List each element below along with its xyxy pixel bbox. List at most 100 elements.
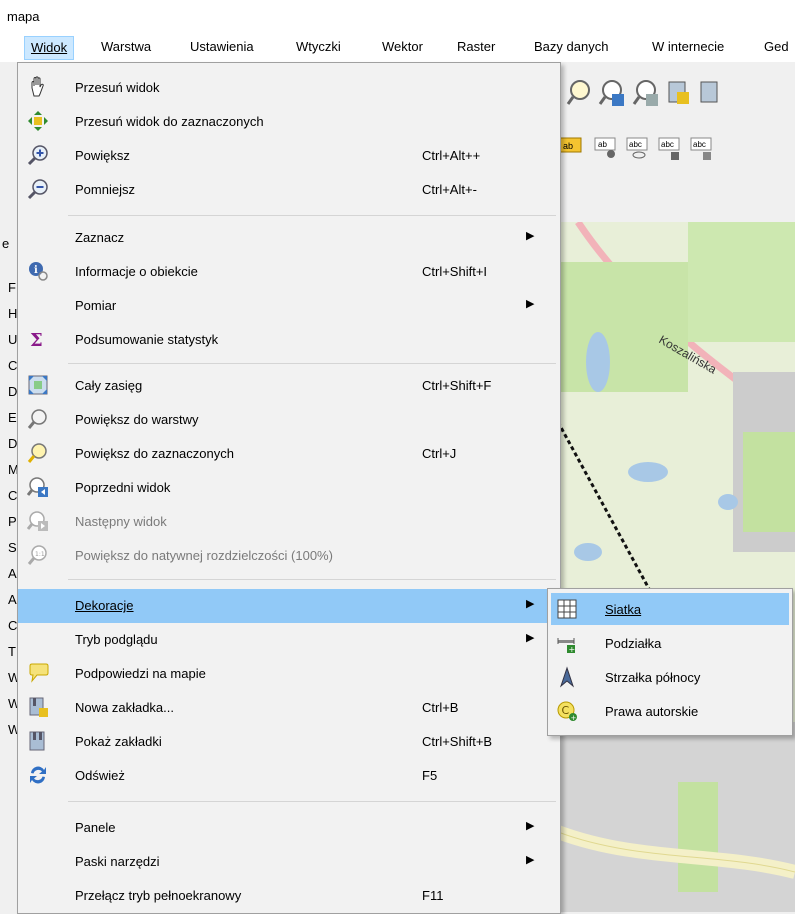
menu-item-label: Powiększ xyxy=(75,148,130,163)
menu-item-decorations[interactable]: Dekoracje ▶ xyxy=(18,589,560,623)
menubar-widok[interactable]: Widok xyxy=(24,36,75,60)
menu-item-next-view[interactable]: Następny widok xyxy=(18,505,560,539)
zoom-layer-icon xyxy=(27,409,47,429)
refresh-icon xyxy=(30,766,46,784)
menu-item-fullscreen[interactable]: Przełącz tryb pełnoekranowy F11 xyxy=(18,879,560,913)
menu-item-show-bookmarks[interactable]: Pokaż zakładki Ctrl+Shift+B xyxy=(18,725,560,759)
sigma-icon: Σ xyxy=(30,330,43,350)
menu-separator xyxy=(68,215,556,216)
menubar-wtyczki[interactable]: Wtyczki xyxy=(296,39,341,54)
svg-text:abc: abc xyxy=(629,140,642,149)
panel-letter: U xyxy=(8,332,18,347)
svg-text:i: i xyxy=(34,265,38,276)
move-label-icon[interactable]: abc xyxy=(655,130,685,164)
menu-item-full-extent[interactable]: Cały zasięg Ctrl+Shift+F xyxy=(18,369,560,403)
zoom-in-icon xyxy=(27,145,48,166)
north-arrow-icon xyxy=(559,666,575,688)
pin-label-icon[interactable]: ab xyxy=(591,130,621,164)
submenu-item-north-arrow[interactable]: Strzałka północy xyxy=(551,661,789,693)
new-bookmark-tool-icon[interactable] xyxy=(663,76,693,110)
menu-item-label: Następny widok xyxy=(75,514,167,529)
menu-separator xyxy=(68,579,556,580)
zoom-out-icon xyxy=(27,179,48,200)
submenu-item-copyright[interactable]: C + Prawa autorskie xyxy=(551,695,789,727)
menu-item-measure[interactable]: Pomiar ▶ xyxy=(18,289,560,323)
menu-item-zoom-to-selected[interactable]: Powiększ do zaznaczonych Ctrl+J xyxy=(18,437,560,471)
panel-letter: C xyxy=(8,618,18,633)
svg-text:Σ: Σ xyxy=(30,330,43,350)
menu-item-shortcut: Ctrl+J xyxy=(422,446,457,461)
decorations-submenu: Siatka + Podziałka Strzałka północy C + P… xyxy=(547,588,793,736)
menubar-wektor[interactable]: Wektor xyxy=(382,39,423,54)
menu-item-shortcut: Ctrl+Shift+I xyxy=(422,264,488,279)
submenu-item-scale-bar[interactable]: + Podziałka xyxy=(551,627,789,659)
menu-item-select[interactable]: Zaznacz ▶ xyxy=(18,221,560,255)
submenu-item-label: Siatka xyxy=(605,602,642,617)
submenu-arrow-icon: ▶ xyxy=(526,298,535,310)
rotate-label-icon[interactable]: abc xyxy=(687,130,717,164)
map-drawing: Koszalińska xyxy=(558,222,795,912)
menu-item-label: Paski narzędzi xyxy=(75,854,160,869)
svg-text:abc: abc xyxy=(693,140,706,149)
menu-bar: Widok Warstwa Ustawienia Wtyczki Wektor … xyxy=(0,32,795,62)
zoom-last-tool-icon[interactable] xyxy=(631,76,661,110)
panel-letter: e xyxy=(2,236,10,251)
menubar-raster[interactable]: Raster xyxy=(457,39,495,54)
menu-item-label: Informacje o obiekcie xyxy=(75,264,198,279)
menubar-geo[interactable]: Ged xyxy=(764,39,789,54)
show-bookmarks-tool-icon[interactable] xyxy=(695,76,725,110)
menu-item-label: Cały zasięg xyxy=(75,378,143,393)
menu-item-identify[interactable]: i Informacje o obiekcie Ctrl+Shift+I xyxy=(18,255,560,289)
show-label-icon[interactable]: abc xyxy=(623,130,653,164)
menu-item-zoom-out[interactable]: Pomniejsz Ctrl+Alt+- xyxy=(18,173,560,207)
menu-item-previous-view[interactable]: Poprzedni widok xyxy=(18,471,560,505)
panel-letter: D xyxy=(8,436,18,451)
pan-to-selected-icon xyxy=(28,111,48,131)
zoom-native-icon: 1:1 xyxy=(27,545,47,565)
menu-item-shortcut: Ctrl+Alt+- xyxy=(422,182,477,197)
map-canvas[interactable]: Koszalińska xyxy=(558,222,795,912)
menu-item-label: Powiększ do zaznaczonych xyxy=(75,446,234,461)
map-tips-icon xyxy=(29,663,49,683)
menu-item-panels[interactable]: Panele ▶ xyxy=(18,811,560,845)
menu-item-shortcut: F11 xyxy=(422,888,444,903)
zoom-full-icon xyxy=(28,375,48,395)
menu-item-refresh[interactable]: Odśwież F5 xyxy=(18,759,560,793)
menu-item-label: Podpowiedzi na mapie xyxy=(75,666,206,681)
title-bar: mapa xyxy=(0,0,795,32)
menubar-w-internecie[interactable]: W internecie xyxy=(652,39,724,54)
submenu-arrow-icon: ▶ xyxy=(526,820,535,832)
menu-item-toolbars[interactable]: Paski narzędzi ▶ xyxy=(18,845,560,879)
menu-item-label: Poprzedni widok xyxy=(75,480,171,495)
zoom-layer-tool-icon[interactable] xyxy=(565,76,595,110)
panel-letter: P xyxy=(8,514,17,529)
menubar-bazy-danych[interactable]: Bazy danych xyxy=(534,39,608,54)
zoom-selected-tool-icon[interactable] xyxy=(597,76,627,110)
map-navigation-toolbar xyxy=(555,68,795,118)
svg-text:1:1: 1:1 xyxy=(35,551,45,558)
menu-item-native-resolution[interactable]: 1:1 Powiększ do natywnej rozdzielczości … xyxy=(18,539,560,573)
menu-item-label: Podsumowanie statystyk xyxy=(75,332,219,347)
menu-item-preview-mode[interactable]: Tryb podglądu ▶ xyxy=(18,623,560,657)
menu-item-label: Tryb podglądu xyxy=(75,632,158,647)
menu-item-pan-to-selected[interactable]: Przesuń widok do zaznaczonych xyxy=(18,105,560,139)
submenu-item-label: Podziałka xyxy=(605,636,662,651)
menu-item-pan[interactable]: Przesuń widok xyxy=(18,71,560,105)
submenu-item-grid[interactable]: Siatka xyxy=(551,593,789,625)
menu-item-label: Przełącz tryb pełnoekranowy xyxy=(75,888,242,903)
menu-item-statistics[interactable]: Σ Podsumowanie statystyk xyxy=(18,323,560,357)
panel-letter: E xyxy=(8,410,17,425)
new-bookmark-icon xyxy=(29,697,48,717)
submenu-arrow-icon: ▶ xyxy=(526,598,535,610)
menu-item-new-bookmark[interactable]: Nowa zakładka... Ctrl+B xyxy=(18,691,560,725)
menu-item-label: Pomiar xyxy=(75,298,117,313)
menu-item-zoom-in[interactable]: Powiększ Ctrl+Alt++ xyxy=(18,139,560,173)
menubar-ustawienia[interactable]: Ustawienia xyxy=(190,39,254,54)
menu-item-label: Nowa zakładka... xyxy=(75,700,174,715)
menubar-warstwa[interactable]: Warstwa xyxy=(101,39,151,54)
label-toolbar: ab ab abc abc abc xyxy=(555,122,795,172)
svg-text:ab: ab xyxy=(563,141,573,151)
menu-item-map-tips[interactable]: Podpowiedzi na mapie xyxy=(18,657,560,691)
menu-item-zoom-to-layer[interactable]: Powiększ do warstwy xyxy=(18,403,560,437)
menubar-widok-label: Widok xyxy=(31,40,68,55)
